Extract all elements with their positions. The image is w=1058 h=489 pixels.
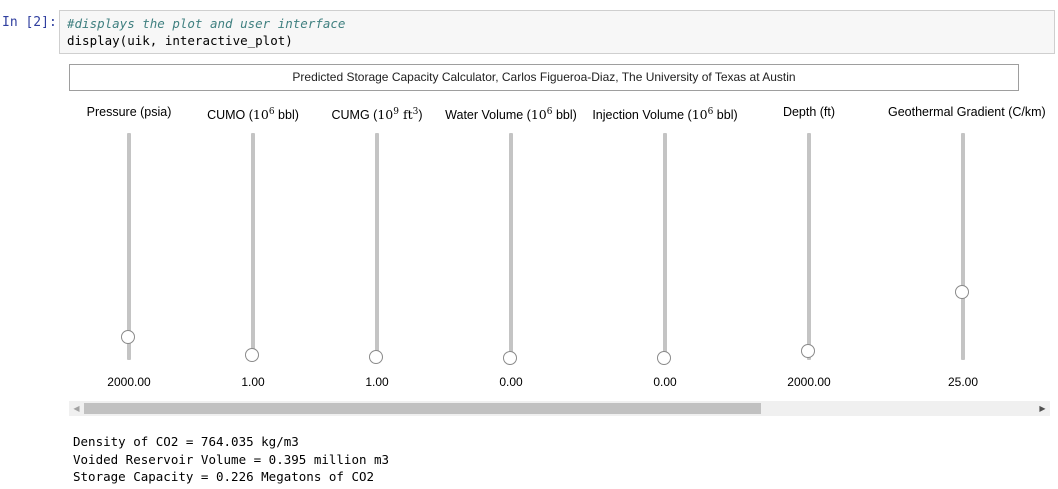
slider-track[interactable] <box>375 133 379 360</box>
slider-label: Water Volume (106 bbl) <box>445 107 577 123</box>
code-line: display(uik, interactive_plot) <box>67 33 293 48</box>
slider-label: Injection Volume (106 bbl) <box>592 107 738 123</box>
scroll-right-icon[interactable]: ▶ <box>1035 401 1050 416</box>
cell-output: Density of CO2 = 764.035 kg/m3 Voided Re… <box>73 433 389 486</box>
slider-readout[interactable]: 25.00 <box>888 375 1038 389</box>
slider-cumg[interactable]: CUMG (109 ft3) 1.00 <box>302 98 452 398</box>
slider-handle[interactable] <box>801 343 815 358</box>
slider-handle[interactable] <box>245 348 259 363</box>
output-storage-capacity: Storage Capacity = 0.226 Megatons of CO2 <box>73 469 375 484</box>
slider-handle[interactable] <box>955 284 969 299</box>
slider-track[interactable] <box>961 133 965 360</box>
slider-water-volume[interactable]: Water Volume (106 bbl) 0.00 <box>436 98 586 398</box>
scrollbar-thumb[interactable] <box>84 403 761 414</box>
slider-readout[interactable]: 2000.00 <box>734 375 884 389</box>
scroll-left-icon[interactable]: ◀ <box>69 401 84 416</box>
slider-depth[interactable]: Depth (ft) 2000.00 <box>734 98 884 398</box>
horizontal-scrollbar[interactable]: ◀ ▶ <box>69 401 1050 416</box>
output-voided-volume: Voided Reservoir Volume = 0.395 million … <box>73 451 390 467</box>
slider-track[interactable] <box>251 133 255 360</box>
slider-geothermal-gradient[interactable]: Geothermal Gradient (C/km) 25.00 <box>888 98 1046 398</box>
widget-title: Predicted Storage Capacity Calculator, C… <box>69 64 1019 91</box>
slider-track[interactable] <box>807 133 811 360</box>
slider-handle[interactable] <box>369 349 383 364</box>
slider-injection-volume[interactable]: Injection Volume (106 bbl) 0.00 <box>590 98 740 398</box>
code-comment: #displays the plot and user interface <box>67 16 346 31</box>
slider-handle[interactable] <box>503 350 517 365</box>
slider-readout[interactable]: 1.00 <box>302 375 452 389</box>
slider-label: Depth (ft) <box>782 105 836 119</box>
code-cell[interactable]: #displays the plot and user interface di… <box>59 10 1055 54</box>
slider-handle[interactable] <box>657 350 671 365</box>
slider-track[interactable] <box>127 133 131 360</box>
cell-prompt: In [2]: <box>2 15 57 30</box>
slider-readout[interactable]: 0.00 <box>436 375 586 389</box>
slider-handle[interactable] <box>121 330 135 345</box>
slider-track[interactable] <box>509 133 513 360</box>
slider-track[interactable] <box>663 133 667 360</box>
output-density: Density of CO2 = 764.035 kg/m3 <box>73 434 299 449</box>
slider-label: Geothermal Gradient (C/km) <box>888 105 1046 119</box>
slider-readout[interactable]: 0.00 <box>590 375 740 389</box>
slider-label: CUMG (109 ft3) <box>331 107 423 123</box>
